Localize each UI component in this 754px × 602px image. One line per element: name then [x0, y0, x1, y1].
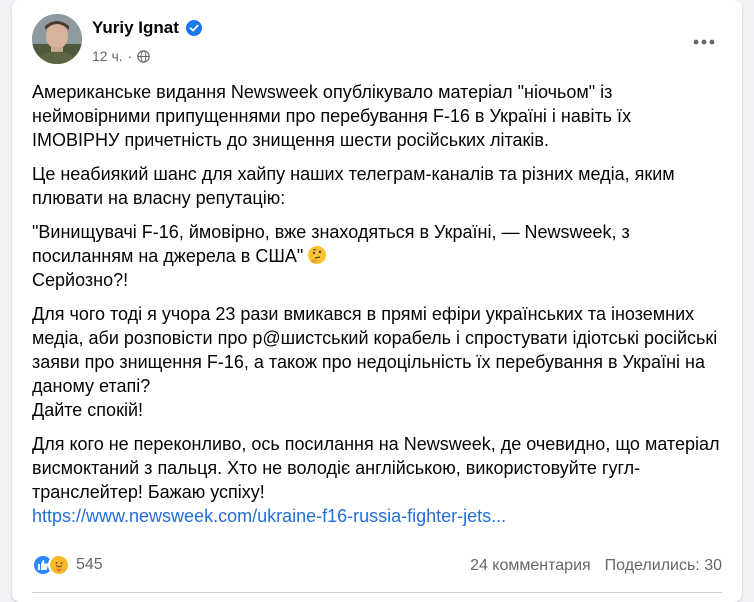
reactions-summary[interactable]: 545 [32, 554, 103, 576]
verified-badge-icon [185, 20, 202, 36]
avatar-image [32, 14, 82, 64]
post-meta: 12 ч. · [92, 48, 151, 64]
author-row: Yuriy Ignat [92, 18, 202, 38]
post-paragraph: Це неабиякий шанс для хайпу наших телегр… [32, 164, 675, 208]
post-card: Yuriy Ignat 12 ч. · Американське видання… [12, 0, 742, 602]
post-link[interactable]: https://www.newsweek.com/ukraine-f16-rus… [32, 506, 506, 526]
post-paragraph: Серйозно?! [32, 270, 129, 290]
thinking-face-emoji [308, 246, 327, 264]
post-paragraph: "Винищувачі F-16, ймовірно, вже знаходят… [32, 222, 630, 266]
reactions-count: 545 [76, 556, 103, 573]
post-footer: 545 24 комментария Поделились: 30 [32, 554, 722, 584]
comments-count[interactable]: 24 комментария [470, 557, 591, 575]
care-reaction-icon [48, 554, 70, 576]
post-header: Yuriy Ignat 12 ч. · [32, 14, 722, 74]
post-time[interactable]: 12 ч. [92, 48, 123, 64]
post-body: Американське видання Newsweek опублікува… [32, 80, 722, 538]
meta-separator: · [127, 48, 133, 64]
post-paragraph: Для чого тоді я учора 23 рази вмикався в… [32, 304, 718, 396]
shares-count[interactable]: Поделились: 30 [605, 557, 722, 575]
post-paragraph: Дайте спокій! [32, 400, 143, 420]
author-name[interactable]: Yuriy Ignat [92, 18, 179, 38]
more-options-button[interactable] [686, 30, 722, 54]
footer-divider [32, 592, 722, 593]
post-quote: "Винищувачі F-16, ймовірно, вже знаходят… [32, 220, 722, 268]
post-paragraph: Для кого не переконливо, ось посилання н… [32, 434, 720, 502]
post-paragraph: Американське видання Newsweek опублікува… [32, 82, 632, 150]
avatar[interactable] [32, 14, 82, 64]
globe-icon [137, 49, 151, 63]
engagement-counts: 24 комментария Поделились: 30 [470, 557, 722, 575]
more-options-icon [693, 39, 715, 45]
